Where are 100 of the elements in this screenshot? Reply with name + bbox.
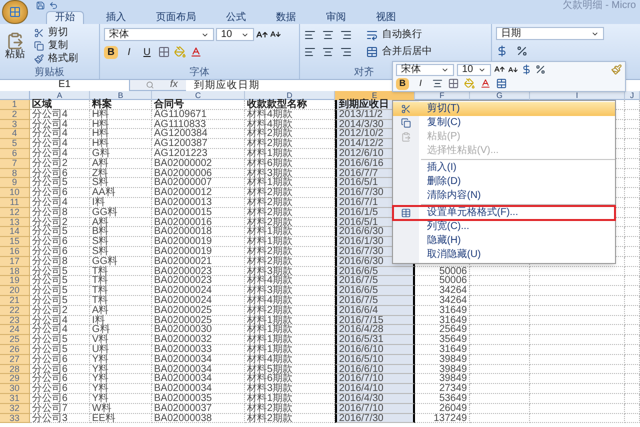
ribbon-tab[interactable]: 公式 <box>218 11 254 24</box>
row-header[interactable]: 11 <box>0 198 30 208</box>
clipboard-button[interactable]: 复制 <box>30 39 82 52</box>
table-cell: 2016/7/15 <box>335 316 415 326</box>
table-cell: W料 <box>90 404 152 414</box>
bold-button[interactable]: B <box>104 46 118 58</box>
table-cell: BA02000019 <box>152 246 245 257</box>
row-header[interactable]: 26 <box>0 344 30 355</box>
table-cell: 分公司5 <box>30 178 90 188</box>
row-header[interactable]: 16 <box>0 246 30 257</box>
table-cell: 2016/5/10 <box>335 354 415 365</box>
table-cell: BA02000034 <box>152 354 245 365</box>
merge-center-button[interactable]: 合并后居中 <box>366 46 432 58</box>
clipboard-button[interactable]: 格式刷 <box>30 52 82 65</box>
row-header[interactable]: 13 <box>0 218 30 228</box>
menu-item[interactable]: 剪切(T) <box>393 102 615 116</box>
table-cell: BA02000025 <box>152 316 245 326</box>
table-cell: BA02000038 <box>152 414 245 424</box>
table-cell: H料 <box>90 139 152 149</box>
table-cell: 分公司6 <box>30 168 90 178</box>
ribbon-tab[interactable]: 数据 <box>268 11 304 24</box>
row-header[interactable]: 19 <box>0 276 30 286</box>
row-header[interactable]: 4 <box>0 129 30 140</box>
row-header[interactable]: 29 <box>0 374 30 384</box>
table-cell: BA02000023 <box>152 276 245 286</box>
table-cell: 分公司6 <box>30 364 90 374</box>
italic-button[interactable]: I <box>122 46 136 58</box>
row-header[interactable]: 31 <box>0 394 30 404</box>
row-header[interactable]: 9 <box>0 178 30 188</box>
table-cell: 分公司5 <box>30 276 90 286</box>
table-cell: 31649 <box>415 344 470 355</box>
row-header[interactable]: 7 <box>0 158 30 169</box>
table-cell: S料 <box>90 246 152 257</box>
insert-function-label[interactable]: fx <box>170 80 186 90</box>
bold-button[interactable]: B <box>396 78 409 90</box>
row-header[interactable]: 24 <box>0 325 30 336</box>
row-header[interactable]: 6 <box>0 148 30 159</box>
ribbon-tab[interactable]: 审阅 <box>318 11 354 24</box>
font-size-field[interactable]: 10 <box>216 28 254 41</box>
row-header[interactable]: 17 <box>0 256 30 267</box>
table-cell: GG料 <box>90 208 152 218</box>
row-header[interactable]: 5 <box>0 139 30 149</box>
font-size-field[interactable]: 10 <box>457 64 491 76</box>
table-cell: 分公司6 <box>30 394 90 404</box>
table-cell: 分公司4 <box>30 129 90 140</box>
ribbon-tab[interactable]: 开始 <box>46 11 84 24</box>
row-header[interactable]: 30 <box>0 384 30 394</box>
table-cell: T料 <box>90 266 152 276</box>
table-cell: 分公司2 <box>30 218 90 228</box>
italic-button[interactable]: I <box>414 78 427 90</box>
row-header[interactable]: 15 <box>0 237 30 247</box>
ribbon-tab[interactable]: 页面布局 <box>148 11 204 24</box>
row-header[interactable]: 8 <box>0 168 30 178</box>
row-header[interactable]: 28 <box>0 364 30 374</box>
row-header[interactable]: 3 <box>0 120 30 130</box>
row-header[interactable]: 1 <box>0 100 30 110</box>
font-name-field[interactable]: 宋体 <box>396 64 454 76</box>
table-cell: 分公司6 <box>30 246 90 257</box>
row-header[interactable]: 25 <box>0 335 30 345</box>
table-cell: 27349 <box>415 384 470 394</box>
table-cell: BA02000035 <box>152 394 245 404</box>
table-cell: GG料 <box>90 256 152 267</box>
row-header[interactable]: 18 <box>0 266 30 276</box>
row-header[interactable]: 32 <box>0 404 30 414</box>
row-header[interactable]: 20 <box>0 286 30 296</box>
table-cell: AG1200384 <box>152 129 245 140</box>
ribbon-tab[interactable]: 插入 <box>98 11 134 24</box>
number-format-field[interactable]: 日期 <box>496 27 604 40</box>
table-cell: 分公司7 <box>30 404 90 414</box>
table-cell: BA02000024 <box>152 296 245 306</box>
table-cell: A料 <box>90 306 152 316</box>
row-header[interactable]: 23 <box>0 316 30 326</box>
row-header[interactable]: 2 <box>0 110 30 120</box>
table-cell: BA02000016 <box>152 218 245 228</box>
table-cell: T料 <box>90 286 152 296</box>
table-cell: BA02000018 <box>152 227 245 238</box>
row-header[interactable]: 10 <box>0 188 30 198</box>
table-cell: AA料 <box>90 188 152 198</box>
formula-field[interactable]: 到期应收日期 <box>186 80 386 90</box>
name-box[interactable]: E1 <box>0 80 130 90</box>
table-cell: T料 <box>90 296 152 306</box>
font-name-field[interactable]: 宋体 <box>104 28 214 41</box>
row-header[interactable]: 14 <box>0 227 30 238</box>
column-header[interactable]: C <box>152 91 245 100</box>
row-header[interactable]: 21 <box>0 296 30 306</box>
clipboard-button[interactable]: 剪切 <box>30 26 82 39</box>
wrap-text-button[interactable]: 自动换行 <box>366 28 422 41</box>
table-cell: G料 <box>90 148 152 159</box>
row-header[interactable]: 22 <box>0 306 30 316</box>
table-cell: 31649 <box>415 306 470 316</box>
table-cell: BA02000024 <box>152 286 245 296</box>
row-header[interactable]: 33 <box>0 414 30 424</box>
underline-button[interactable]: U <box>140 46 154 58</box>
paste-button[interactable]: 粘贴 <box>0 26 30 66</box>
table-cell: A料 <box>90 158 152 169</box>
ribbon-tab[interactable]: 视图 <box>368 11 404 24</box>
table-cell: Y料 <box>90 384 152 394</box>
column-header[interactable]: A <box>30 91 90 100</box>
row-header[interactable]: 27 <box>0 354 30 365</box>
row-header[interactable]: 12 <box>0 208 30 218</box>
